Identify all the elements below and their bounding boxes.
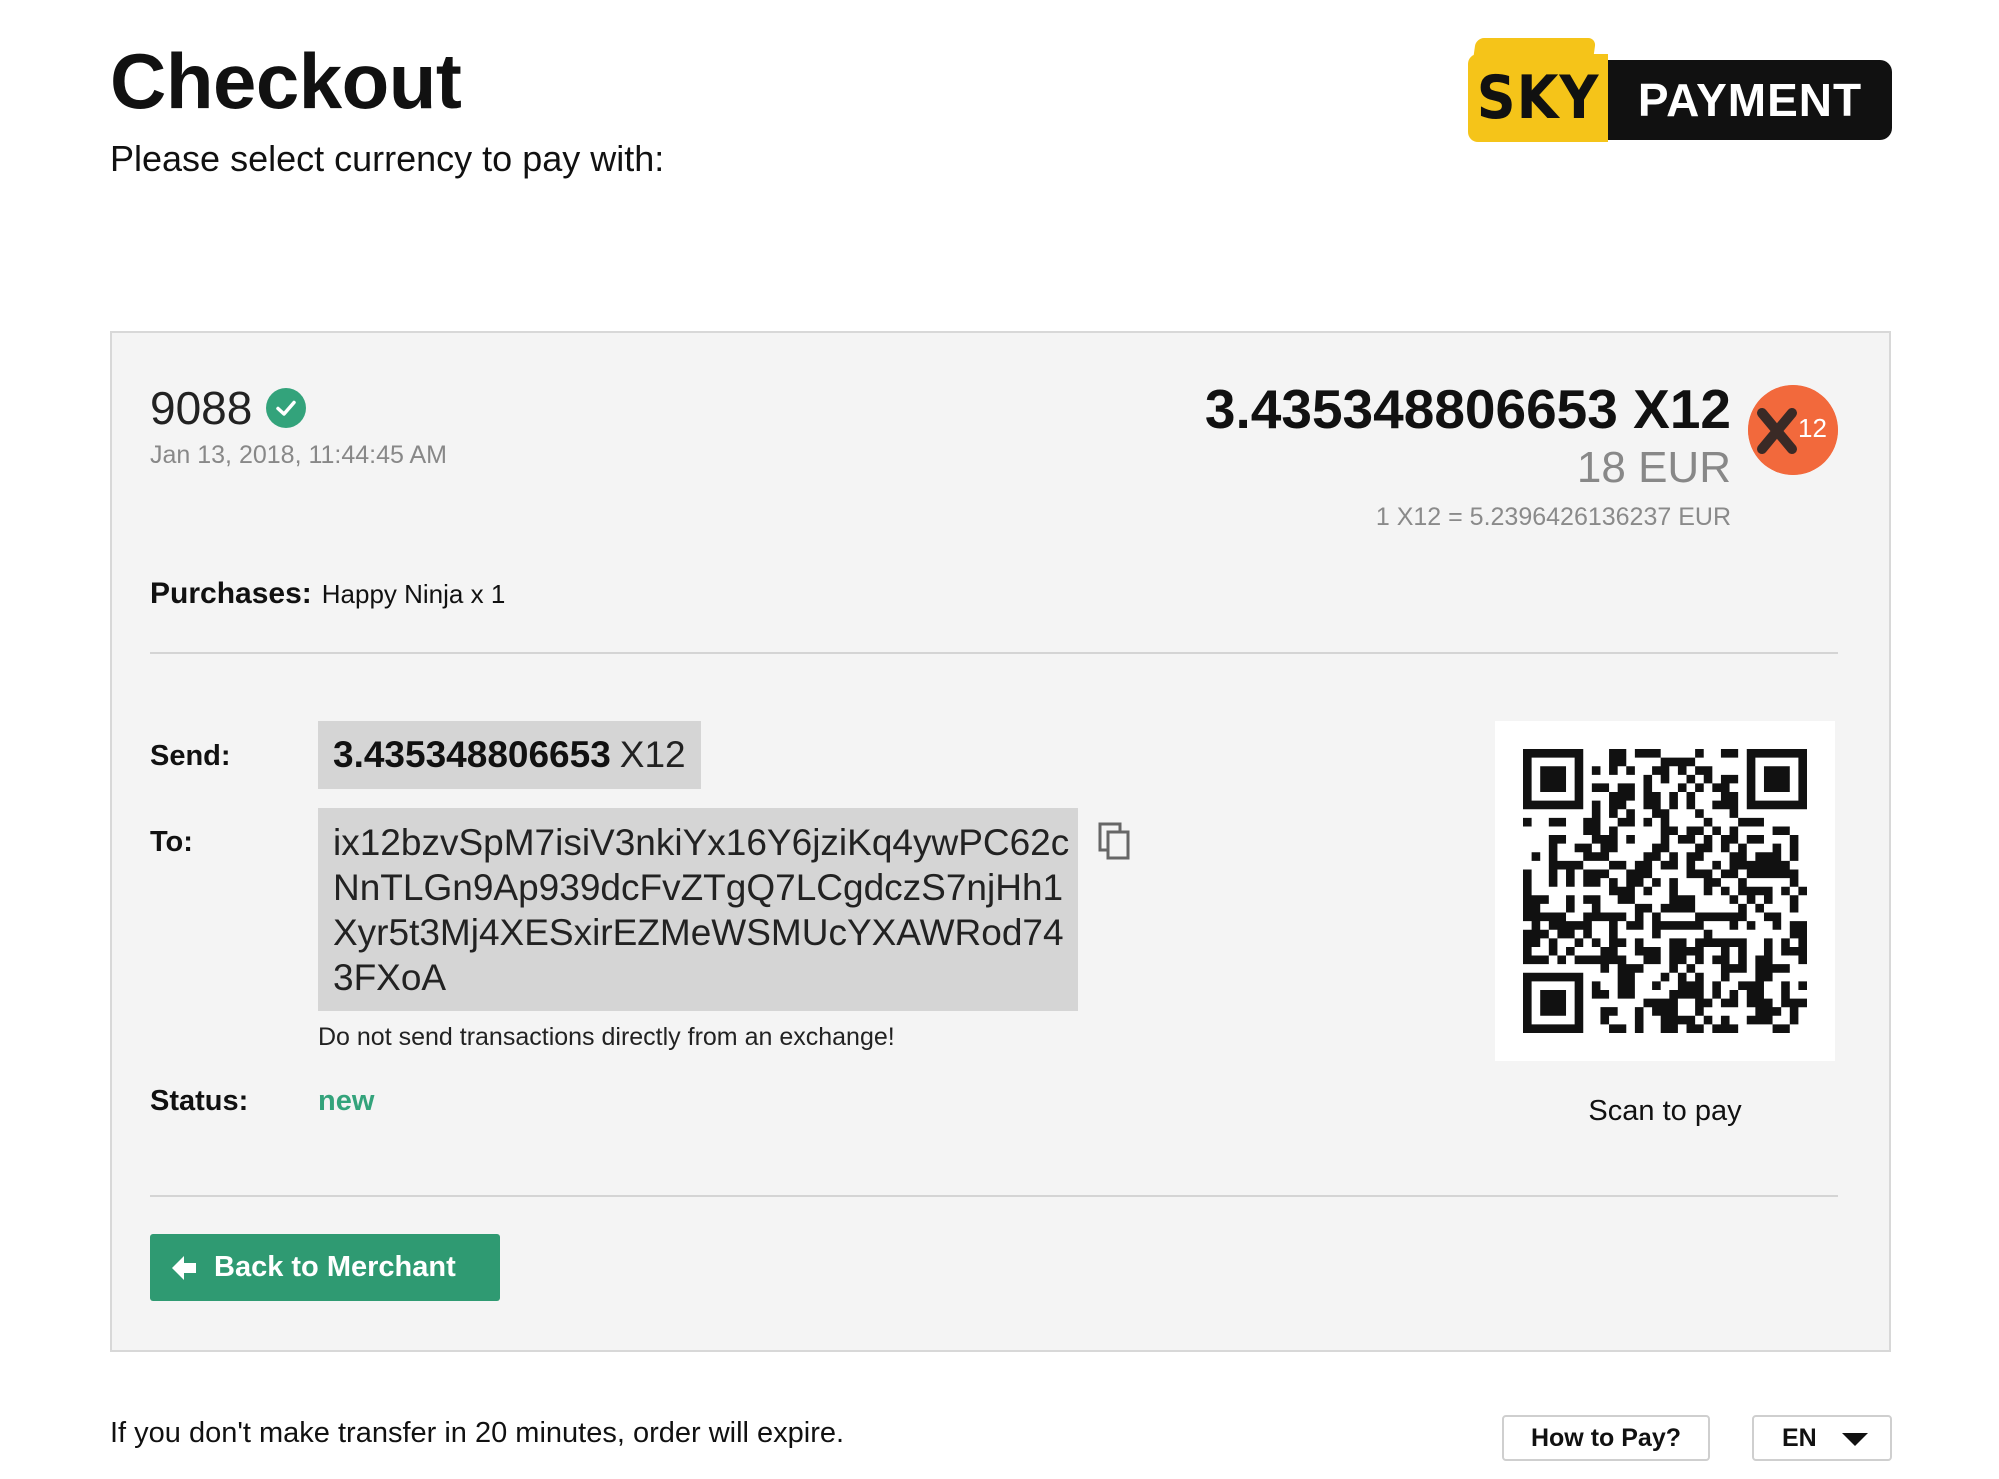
send-amount: 3.435348806653 bbox=[333, 734, 611, 775]
x12-coin-icon: 12 bbox=[1748, 385, 1838, 475]
divider-bottom bbox=[150, 1195, 1838, 1197]
page-subtitle: Please select currency to pay with: bbox=[110, 138, 665, 179]
logo-payment-part: PAYMENT bbox=[1608, 60, 1892, 140]
exchange-rate: 1 X12 = 5.2396426136237 EUR bbox=[1375, 503, 1731, 531]
address-line: 3FXoA bbox=[333, 957, 447, 998]
arrow-left-icon bbox=[172, 1255, 196, 1280]
address-line: Xyr5t3Mj4XESxirEZMeWSMUcYXAWRod74 bbox=[333, 912, 1064, 953]
payment-card: 9088 Jan 13, 2018, 11:44:45 AM 3.4353488… bbox=[110, 331, 1891, 1352]
to-label: To: bbox=[150, 826, 193, 858]
back-to-merchant-button[interactable]: Back to Merchant bbox=[150, 1234, 500, 1301]
language-value: EN bbox=[1782, 1423, 1817, 1452]
qr-code bbox=[1495, 721, 1835, 1061]
how-to-pay-button[interactable]: How to Pay? bbox=[1502, 1415, 1710, 1461]
svg-text:12: 12 bbox=[1798, 413, 1827, 443]
logo-sky-text: SKY bbox=[1476, 63, 1600, 133]
address-line: NnTLGn9Ap939dcFvZTgQ7LCgdczS7njHh1 bbox=[333, 867, 1064, 908]
order-date: Jan 13, 2018, 11:44:45 AM bbox=[150, 441, 447, 469]
send-amount-box[interactable]: 3.435348806653 X12 bbox=[318, 721, 701, 789]
logo-sky-part: SKY bbox=[1468, 54, 1608, 142]
order-id-row: 9088 bbox=[150, 381, 307, 435]
sky-payment-logo: SKY PAYMENT bbox=[1468, 38, 1892, 142]
page-title: Checkout bbox=[110, 37, 462, 125]
expire-note: If you don't make transfer in 20 minutes… bbox=[110, 1417, 845, 1449]
send-currency: X12 bbox=[619, 734, 686, 775]
purchases-value: Happy Ninja x 1 bbox=[321, 579, 506, 609]
amount-block: 3.435348806653 X12 18 EUR bbox=[1205, 377, 1731, 493]
qr-code-image bbox=[1523, 749, 1807, 1033]
status-label: Status: bbox=[150, 1085, 249, 1117]
scan-to-pay-label: Scan to pay bbox=[1588, 1095, 1742, 1127]
address-line: ix12bzvSpM7isiV3nkiYx16Y6jziKq4ywPC62c bbox=[333, 822, 1070, 863]
copy-icon[interactable] bbox=[1097, 821, 1133, 861]
status-value: new bbox=[318, 1085, 375, 1117]
purchases-label: Purchases: bbox=[150, 577, 312, 610]
language-select[interactable]: EN bbox=[1752, 1415, 1892, 1461]
send-label: Send: bbox=[150, 740, 231, 772]
amount-crypto: 3.435348806653 X12 bbox=[1204, 378, 1731, 440]
order-id: 9088 bbox=[150, 382, 253, 434]
chevron-down-icon bbox=[1842, 1433, 1868, 1446]
back-to-merchant-label: Back to Merchant bbox=[214, 1251, 456, 1283]
verified-check-icon bbox=[266, 388, 307, 428]
logo-payment-text: PAYMENT bbox=[1637, 74, 1863, 126]
address-box[interactable]: ix12bzvSpM7isiV3nkiYx16Y6jziKq4ywPC62c N… bbox=[318, 808, 1078, 1011]
divider-top bbox=[150, 652, 1838, 654]
qr-modules bbox=[1523, 749, 1807, 1033]
purchases-row: Purchases: Happy Ninja x 1 bbox=[150, 577, 505, 611]
exchange-warning: Do not send transactions directly from a… bbox=[318, 1023, 895, 1051]
amount-fiat: 18 EUR bbox=[1576, 443, 1731, 492]
